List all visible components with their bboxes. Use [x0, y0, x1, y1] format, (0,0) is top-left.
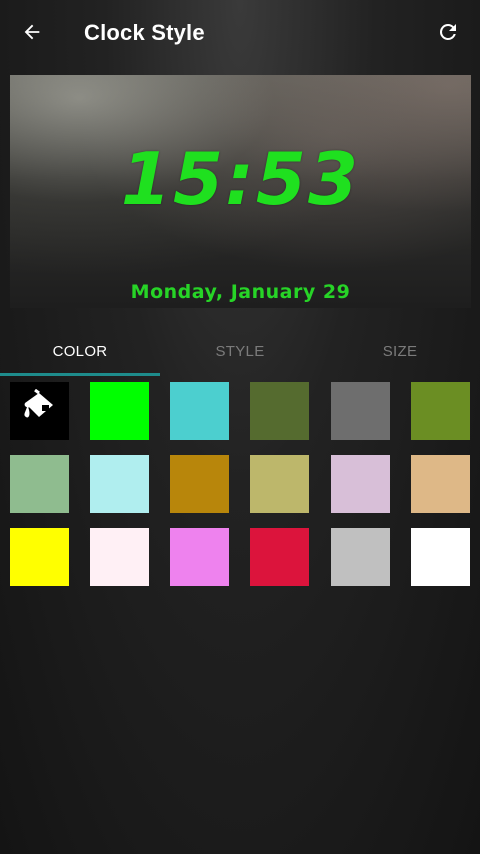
- custom-color-button[interactable]: [10, 382, 69, 440]
- tab-style[interactable]: STYLE: [160, 326, 320, 376]
- back-button[interactable]: [14, 16, 50, 52]
- arrow-left-icon: [21, 21, 43, 48]
- color-swatch[interactable]: [250, 382, 309, 440]
- clock-time: 15:53: [120, 137, 361, 221]
- color-swatch[interactable]: [90, 528, 149, 586]
- color-swatch[interactable]: [10, 455, 69, 513]
- color-swatch[interactable]: [10, 528, 69, 586]
- tab-color[interactable]: COLOR: [0, 326, 160, 376]
- clock-date: Monday, January 29: [130, 281, 351, 303]
- color-swatch[interactable]: [411, 382, 470, 440]
- tab-indicator: [0, 373, 160, 376]
- page-title: Clock Style: [84, 20, 205, 45]
- color-swatch[interactable]: [331, 382, 390, 440]
- color-swatch[interactable]: [170, 455, 229, 513]
- clock-preview: 15:53 Monday, January 29: [10, 75, 471, 308]
- refresh-icon: [436, 20, 460, 49]
- color-swatch[interactable]: [170, 528, 229, 586]
- color-swatch[interactable]: [170, 382, 229, 440]
- tab-size[interactable]: SIZE: [320, 326, 480, 376]
- color-swatch[interactable]: [331, 528, 390, 586]
- paint-bucket-icon: [19, 388, 61, 434]
- refresh-button[interactable]: [430, 16, 466, 52]
- style-tabs: COLOR STYLE SIZE: [0, 326, 480, 376]
- toolbar: Clock Style: [0, 0, 480, 66]
- color-swatch[interactable]: [90, 382, 149, 440]
- color-swatch[interactable]: [411, 455, 470, 513]
- color-swatch[interactable]: [90, 455, 149, 513]
- color-swatch[interactable]: [250, 528, 309, 586]
- color-swatch[interactable]: [411, 528, 470, 586]
- color-swatch[interactable]: [331, 455, 390, 513]
- color-swatch[interactable]: [250, 455, 309, 513]
